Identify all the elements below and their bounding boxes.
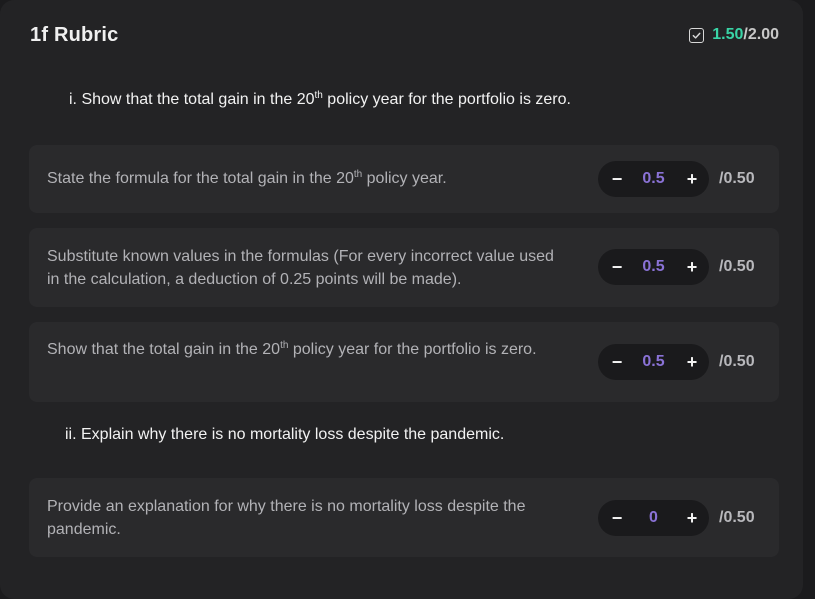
score-stepper: 0.5 − + [598, 249, 709, 285]
criterion-card: State the formula for the total gain in … [29, 145, 779, 213]
max-score: /0.50 [719, 258, 755, 275]
question-i: i. Show that the total gain in the 20th … [69, 91, 571, 109]
criterion-text-start: Provide an explanation for why there is … [47, 498, 526, 538]
score-stepper: 0 − + [598, 500, 709, 536]
increment-button[interactable]: + [677, 249, 707, 285]
criterion-text-start: Substitute known values in the formulas … [47, 248, 554, 288]
criterion-text-end: policy year for the portfolio is zero. [288, 341, 537, 358]
increment-button[interactable]: + [677, 500, 707, 536]
score-stepper: 0.5 − + [598, 344, 709, 380]
criterion-sup: th [353, 169, 363, 180]
rubric-score: 1.50/2.00 [689, 26, 779, 44]
increment-button[interactable]: + [677, 344, 707, 380]
decrement-button[interactable]: − [602, 161, 632, 197]
criterion-text: State the formula for the total gain in … [47, 167, 567, 190]
score-value: 1.50/2.00 [712, 26, 779, 44]
score-total: 2.00 [747, 26, 779, 43]
decrement-button[interactable]: − [602, 249, 632, 285]
question-text-end: policy year for the portfolio is zero. [322, 91, 571, 108]
decrement-button[interactable]: − [602, 500, 632, 536]
criterion-text-start: State the formula for the total gain in … [47, 170, 354, 187]
score-earned: 1.50 [712, 26, 744, 43]
criterion-text-start: Show that the total gain in the 20 [47, 341, 281, 358]
score-stepper: 0.5 − + [598, 161, 709, 197]
increment-button[interactable]: + [677, 161, 707, 197]
criterion-text: Show that the total gain in the 20th pol… [47, 338, 547, 361]
question-ii: ii. Explain why there is no mortality lo… [65, 426, 504, 444]
question-sup: th [314, 90, 323, 101]
max-score: /0.50 [719, 170, 755, 187]
criterion-text-end: policy year. [362, 170, 447, 187]
rubric-panel: 1f Rubric 1.50/2.00 i. Show that the tot… [0, 0, 803, 599]
criterion-card: Substitute known values in the formulas … [29, 228, 779, 307]
rubric-title: 1f Rubric [30, 23, 119, 46]
max-score: /0.50 [719, 509, 755, 526]
checkbox-check-icon [689, 27, 705, 43]
criterion-card: Show that the total gain in the 20th pol… [29, 322, 779, 402]
criterion-text: Substitute known values in the formulas … [47, 245, 567, 291]
question-text: i. Show that the total gain in the 20 [69, 91, 315, 108]
question-text: ii. Explain why there is no mortality lo… [65, 426, 505, 443]
max-score: /0.50 [719, 353, 755, 370]
rubric-header: 1f Rubric 1.50/2.00 [30, 22, 779, 48]
criterion-card: Provide an explanation for why there is … [29, 478, 779, 557]
criterion-text: Provide an explanation for why there is … [47, 495, 567, 541]
decrement-button[interactable]: − [602, 344, 632, 380]
